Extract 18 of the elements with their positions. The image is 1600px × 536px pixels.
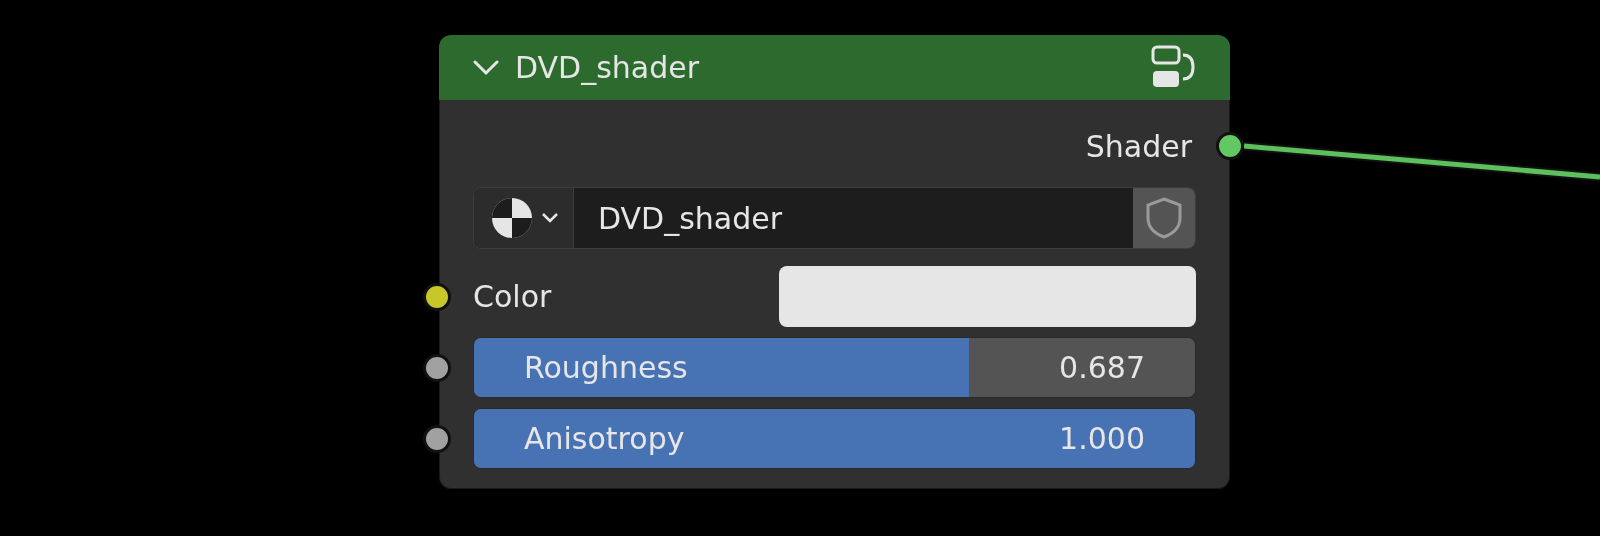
material-name-field[interactable]: DVD_shader [574,188,1133,248]
input-label: Color [473,278,552,316]
slider-value: 1.000 [1059,420,1145,458]
slider-label: Anisotropy [524,420,685,458]
caret-icon [540,212,559,224]
value-slider[interactable]: Anisotropy 1.000 [473,408,1196,469]
node-header[interactable]: DVD_shader [439,35,1230,100]
chevron-icon[interactable] [473,59,499,76]
output-label: Shader [1085,127,1192,166]
material-selector[interactable]: DVD_shader [473,187,1196,249]
node-title: DVD_shader [515,49,700,87]
material-browse-button[interactable] [474,188,574,248]
fake-user-button[interactable] [1133,188,1195,248]
shield-icon [1144,196,1184,240]
slider-label: Roughness [524,349,688,387]
value-slider[interactable]: Roughness 0.687 [473,337,1196,398]
slider-value: 0.687 [1059,349,1145,387]
color-swatch[interactable] [779,266,1196,327]
